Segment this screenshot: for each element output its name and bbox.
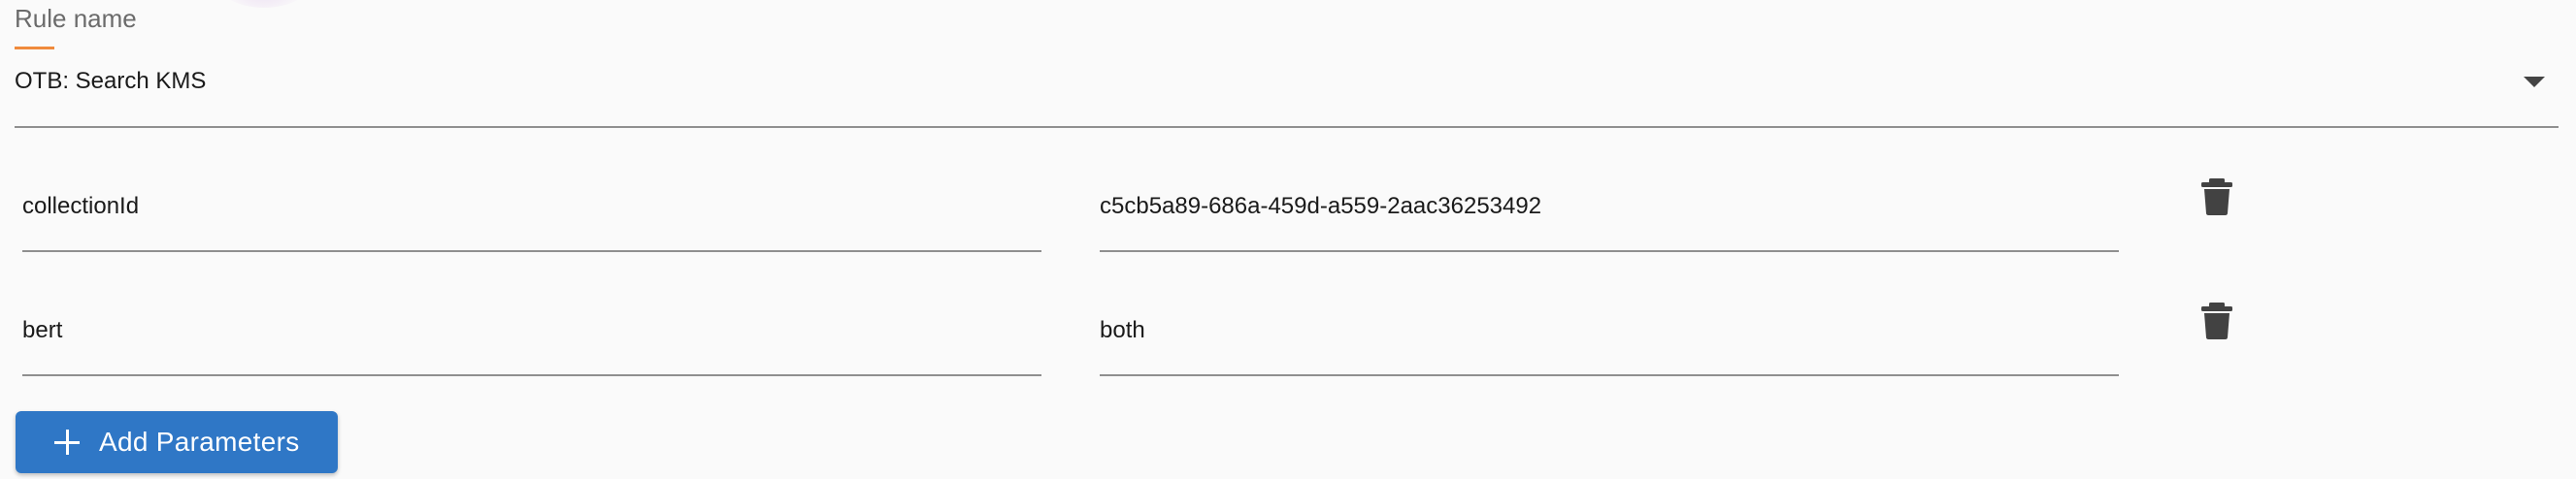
param-value-input[interactable]	[1100, 316, 2119, 345]
chevron-down-icon[interactable]	[2524, 77, 2545, 87]
rule-name-select[interactable]: OTB: Search KMS	[15, 58, 2559, 128]
trash-icon[interactable]	[2200, 302, 2233, 340]
param-value-input[interactable]	[1100, 192, 2119, 221]
rule-editor: Rule name OTB: Search KMS Add Parameter	[0, 0, 2576, 479]
param-name-input[interactable]	[22, 192, 1041, 221]
rule-name-accent-line	[15, 47, 54, 49]
add-parameters-button[interactable]: Add Parameters	[16, 411, 338, 473]
param-name-field[interactable]	[22, 299, 1041, 376]
rule-name-value: OTB: Search KMS	[15, 68, 207, 94]
param-value-field[interactable]	[1100, 175, 2119, 252]
plus-icon	[54, 430, 80, 455]
rule-name-label: Rule name	[15, 4, 137, 33]
focus-ripple	[206, 0, 322, 8]
trash-icon[interactable]	[2200, 177, 2233, 216]
param-name-input[interactable]	[22, 316, 1041, 345]
param-value-field[interactable]	[1100, 299, 2119, 376]
param-name-field[interactable]	[22, 175, 1041, 252]
add-parameters-label: Add Parameters	[99, 427, 300, 457]
